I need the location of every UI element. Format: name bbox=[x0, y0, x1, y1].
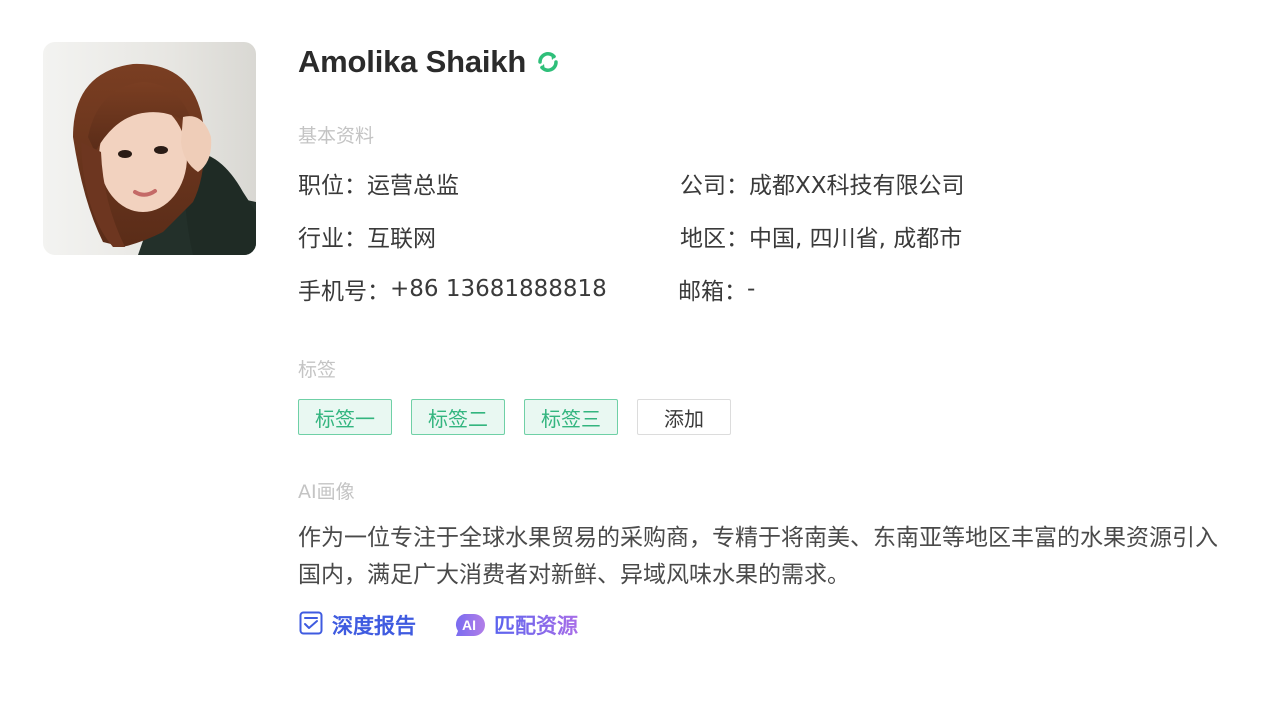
profile-name: Amolika Shaikh bbox=[298, 44, 527, 79]
phone-label: 手机号： bbox=[298, 279, 390, 305]
company-value: 成都XX科技有限公司 bbox=[749, 173, 965, 199]
refresh-verified-icon bbox=[534, 48, 562, 76]
report-icon bbox=[298, 610, 324, 640]
industry-label: 行业： bbox=[298, 226, 367, 252]
position-field: 职位： 运营总监 bbox=[298, 167, 459, 199]
ai-badge-text: AI bbox=[462, 617, 476, 633]
deep-report-button[interactable]: 深度报告 bbox=[298, 610, 416, 640]
company-field: 公司： 成都XX科技有限公司 bbox=[680, 167, 965, 199]
email-field: 邮箱： - bbox=[678, 273, 755, 305]
deep-report-label: 深度报告 bbox=[332, 614, 416, 638]
phone-value: +86 13681888818 bbox=[390, 276, 607, 302]
tag-item[interactable]: 标签一 bbox=[298, 399, 392, 435]
action-bar: 深度报告 AI 匹配资源 bbox=[298, 610, 578, 640]
position-value: 运营总监 bbox=[367, 173, 459, 199]
email-label: 邮箱： bbox=[678, 279, 747, 305]
tags-title: 标签 bbox=[298, 359, 337, 381]
email-value: - bbox=[747, 276, 756, 302]
region-label: 地区： bbox=[680, 226, 749, 252]
tag-list: 标签一 标签二 标签三 添加 bbox=[298, 399, 731, 435]
region-field: 地区： 中国, 四川省, 成都市 bbox=[680, 220, 962, 252]
avatar bbox=[43, 42, 256, 255]
tag-item[interactable]: 标签二 bbox=[411, 399, 505, 435]
add-tag-button[interactable]: 添加 bbox=[637, 399, 731, 435]
phone-field: 手机号： +86 13681888818 bbox=[298, 273, 607, 305]
ai-portrait-title: AI画像 bbox=[298, 481, 355, 503]
ai-badge-icon: AI bbox=[452, 613, 486, 637]
match-resources-label: 匹配资源 bbox=[494, 610, 578, 640]
industry-value: 互联网 bbox=[367, 226, 436, 252]
industry-field: 行业： 互联网 bbox=[298, 220, 436, 252]
name-row: Amolika Shaikh bbox=[298, 42, 562, 82]
position-label: 职位： bbox=[298, 173, 367, 199]
region-value: 中国, 四川省, 成都市 bbox=[749, 226, 963, 252]
avatar-photo bbox=[43, 42, 256, 255]
tag-item[interactable]: 标签三 bbox=[524, 399, 618, 435]
ai-portrait-description: 作为一位专注于全球水果贸易的采购商，专精于将南美、东南亚等地区丰富的水果资源引入… bbox=[298, 525, 1218, 588]
basic-info-title: 基本资料 bbox=[298, 125, 375, 147]
company-label: 公司： bbox=[680, 173, 749, 199]
match-resources-button[interactable]: AI 匹配资源 bbox=[452, 610, 578, 640]
